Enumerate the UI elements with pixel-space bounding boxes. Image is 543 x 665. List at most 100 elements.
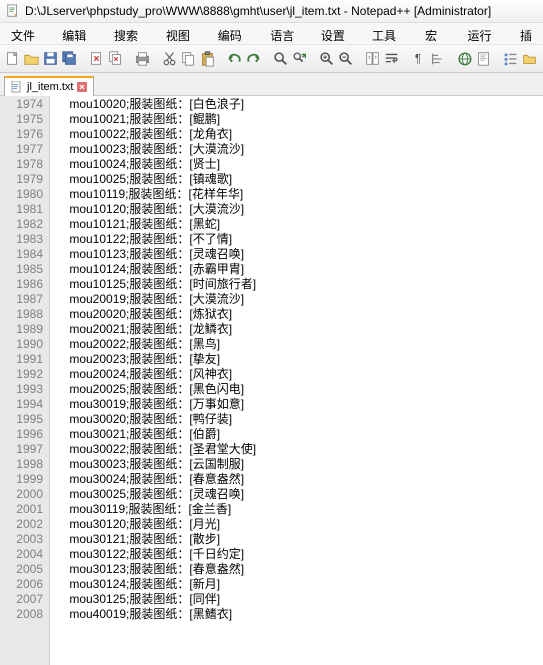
menu-5[interactable]: 语言(L) [263,25,314,42]
tab-close-button[interactable] [77,82,87,92]
code-line[interactable]: mou30119;服装图纸：[金兰香] [56,502,543,517]
show-all-chars-icon[interactable]: ¶ [410,49,427,69]
line-number: 1983 [0,232,43,247]
close-icon[interactable] [88,49,105,69]
menu-0[interactable]: 文件(F) [4,25,55,42]
paste-icon[interactable] [199,49,216,69]
close-all-icon[interactable] [107,49,124,69]
word-wrap-icon[interactable] [383,49,400,69]
menu-9[interactable]: 运行(R) [461,25,513,42]
line-number: 1995 [0,412,43,427]
code-line[interactable]: mou30124;服装图纸：[新月] [56,577,543,592]
line-number: 1981 [0,202,43,217]
doc-map-icon[interactable] [475,49,492,69]
line-number: 1997 [0,442,43,457]
line-number: 1987 [0,292,43,307]
func-list-icon[interactable] [502,49,519,69]
menu-3[interactable]: 视图(V) [159,25,211,42]
menu-4[interactable]: 编码(N) [211,25,263,42]
sync-scroll-icon[interactable] [364,49,381,69]
titlebar: D:\JLserver\phpstudy_pro\WWW\8888\gmht\u… [0,0,543,23]
print-icon[interactable] [134,49,151,69]
line-number: 1977 [0,142,43,157]
zoom-out-icon[interactable] [337,49,354,69]
code-area[interactable]: mou10020;服装图纸：[白色浪子] mou10021;服装图纸：[鲲鹏] … [50,96,543,665]
menu-10[interactable]: 插 [513,25,539,42]
code-line[interactable]: mou10025;服装图纸：[镇魂歌] [56,172,543,187]
code-line[interactable]: mou30023;服装图纸：[云国制服] [56,457,543,472]
replace-icon[interactable] [291,49,308,69]
code-line[interactable]: mou10120;服装图纸：[大漠流沙] [56,202,543,217]
code-line[interactable]: mou30022;服装图纸：[圣君堂大使] [56,442,543,457]
code-line[interactable]: mou10023;服装图纸：[大漠流沙] [56,142,543,157]
line-number: 1998 [0,457,43,472]
code-line[interactable]: mou20023;服装图纸：[挚友] [56,352,543,367]
line-number: 1982 [0,217,43,232]
folder-icon[interactable] [521,49,538,69]
copy-icon[interactable] [180,49,197,69]
zoom-in-icon[interactable] [318,49,335,69]
code-line[interactable]: mou10024;服装图纸：[贤士] [56,157,543,172]
code-line[interactable]: mou30122;服装图纸：[千日约定] [56,547,543,562]
code-line[interactable]: mou10125;服装图纸：[时间旅行者] [56,277,543,292]
code-line[interactable]: mou10122;服装图纸：[不了情] [56,232,543,247]
code-line[interactable]: mou30025;服装图纸：[灵魂召唤] [56,487,543,502]
line-number: 1989 [0,322,43,337]
open-file-icon[interactable] [23,49,40,69]
code-line[interactable]: mou30120;服装图纸：[月光] [56,517,543,532]
editor: 1974197519761977197819791980198119821983… [0,96,543,665]
code-line[interactable]: mou30024;服装图纸：[春意盎然] [56,472,543,487]
language-icon[interactable] [456,49,473,69]
menu-6[interactable]: 设置(T) [314,25,365,42]
code-line[interactable]: mou20019;服装图纸：[大漠流沙] [56,292,543,307]
code-line[interactable]: mou20025;服装图纸：[黑色闪电] [56,382,543,397]
code-line[interactable]: mou10121;服装图纸：[黑蛇] [56,217,543,232]
code-line[interactable]: mou30019;服装图纸：[万事如意] [56,397,543,412]
cut-icon[interactable] [161,49,178,69]
code-line[interactable]: mou30125;服装图纸：[同伴] [56,592,543,607]
find-icon[interactable] [272,49,289,69]
menubar: 文件(F)编辑(E)搜索(S)视图(V)编码(N)语言(L)设置(T)工具(O)… [0,23,543,45]
code-line[interactable]: mou20021;服装图纸：[龙鳞衣] [56,322,543,337]
menu-2[interactable]: 搜索(S) [107,25,159,42]
toolbar: ¶ [0,45,543,73]
code-line[interactable]: mou30021;服装图纸：[伯爵] [56,427,543,442]
code-line[interactable]: mou20020;服装图纸：[炼狱衣] [56,307,543,322]
code-line[interactable]: mou10123;服装图纸：[灵魂召唤] [56,247,543,262]
save-all-icon[interactable] [61,49,78,69]
titlebar-text: D:\JLserver\phpstudy_pro\WWW\8888\gmht\u… [25,4,491,18]
line-number: 2003 [0,532,43,547]
menu-1[interactable]: 编辑(E) [55,25,107,42]
line-number: 2000 [0,487,43,502]
line-number: 1991 [0,352,43,367]
undo-icon[interactable] [226,49,243,69]
code-line[interactable]: mou10022;服装图纸：[龙角衣] [56,127,543,142]
line-number: 1980 [0,187,43,202]
line-number: 1988 [0,307,43,322]
code-line[interactable]: mou20024;服装图纸：[风神衣] [56,367,543,382]
code-line[interactable]: mou10119;服装图纸：[花样年华] [56,187,543,202]
code-line[interactable]: mou30123;服装图纸：[春意盎然] [56,562,543,577]
indent-guide-icon[interactable] [429,49,446,69]
code-line[interactable]: mou40019;服装图纸：[黑鳍衣] [56,607,543,622]
code-line[interactable]: mou30121;服装图纸：[散步] [56,532,543,547]
save-icon[interactable] [42,49,59,69]
menu-8[interactable]: 宏(M) [418,25,460,42]
code-line[interactable]: mou10020;服装图纸：[白色浪子] [56,97,543,112]
redo-icon[interactable] [245,49,262,69]
file-icon [11,81,23,93]
tab-jl-item[interactable]: jl_item.txt [4,76,94,96]
line-number: 1996 [0,427,43,442]
line-number: 2002 [0,517,43,532]
new-file-icon[interactable] [4,49,21,69]
code-line[interactable]: mou10124;服装图纸：[赤霸甲胄] [56,262,543,277]
tab-label: jl_item.txt [27,81,73,93]
code-line[interactable]: mou20022;服装图纸：[黑鸟] [56,337,543,352]
menu-7[interactable]: 工具(O) [365,25,418,42]
code-line[interactable]: mou10021;服装图纸：[鲲鹏] [56,112,543,127]
line-number: 2007 [0,592,43,607]
line-number: 2006 [0,577,43,592]
line-number: 2004 [0,547,43,562]
code-line[interactable]: mou30020;服装图纸：[鸭仔装] [56,412,543,427]
tabbar: jl_item.txt [0,73,543,96]
